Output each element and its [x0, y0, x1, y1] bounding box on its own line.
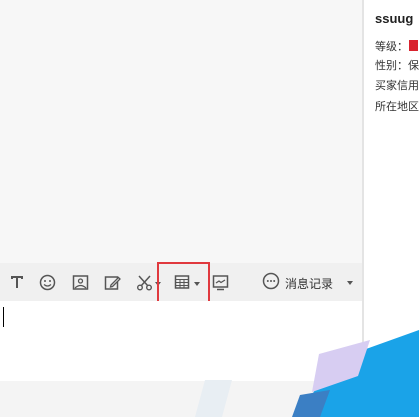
screen-icon[interactable] [211, 273, 229, 291]
image-icon[interactable] [71, 273, 89, 291]
font-icon[interactable] [8, 273, 26, 291]
profile-panel: ssuug 等级： 性别：保 买家信用 所在地区 [364, 0, 419, 417]
message-history-button[interactable]: 消息记录 [262, 272, 333, 294]
level-badge-icon [409, 40, 418, 51]
emoji-icon[interactable] [38, 273, 56, 291]
chat-history-area [0, 0, 362, 263]
input-footer [0, 381, 362, 417]
text-cursor [3, 307, 4, 327]
profile-region: 所在地区 [375, 101, 419, 113]
scissors-icon[interactable] [135, 273, 153, 291]
profile-level-label: 等级： [375, 41, 408, 53]
profile-gender: 性别：保 [375, 60, 419, 72]
message-history-label: 消息记录 [285, 276, 334, 291]
profile-level: 等级： [375, 38, 418, 54]
edit-icon[interactable] [103, 273, 121, 291]
chat-bubble-icon [262, 272, 280, 295]
message-input[interactable] [0, 301, 362, 381]
history-dropdown-caret-icon[interactable] [347, 281, 353, 285]
profile-credit: 买家信用 [375, 80, 419, 92]
profile-name: ssuug [375, 11, 414, 26]
